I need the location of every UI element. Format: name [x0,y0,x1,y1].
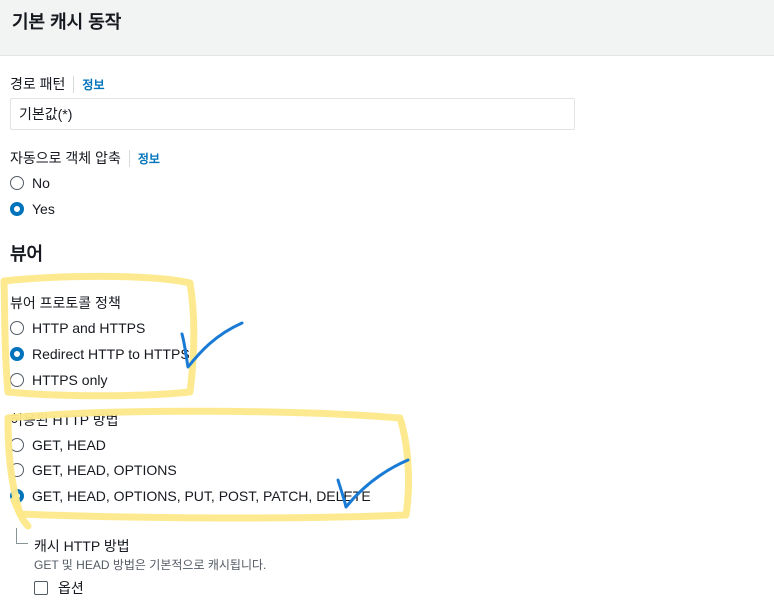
protocol-policy-label: 뷰어 프로토콜 정책 [10,293,121,313]
radio-no[interactable] [10,176,24,190]
path-pattern-label: 경로 패턴 [10,76,66,92]
allowed-methods-label: 허용된 HTTP 방법 [10,410,118,430]
radio-http-and-https[interactable] [10,321,24,335]
protocol-option-redirect[interactable]: Redirect HTTP to HTTPS [10,346,190,362]
path-pattern-label-row: 경로 패턴 정보 [10,74,105,94]
viewer-section-title: 뷰어 [10,244,44,264]
methods-option-all-label: GET, HEAD, OPTIONS, PUT, POST, PATCH, DE… [32,488,371,504]
path-pattern-input[interactable]: 기본값(*) [10,98,575,130]
methods-option-get-head-options[interactable]: GET, HEAD, OPTIONS [10,462,177,478]
methods-option-get-head[interactable]: GET, HEAD [10,437,106,453]
protocol-option-http-and-https-label: HTTP and HTTPS [32,320,146,336]
radio-yes[interactable] [10,202,24,216]
radio-get-head-options[interactable] [10,463,24,477]
cache-methods-title: 캐시 HTTP 방법 [34,538,130,554]
allowed-methods-label-text: 허용된 HTTP 방법 [10,412,119,428]
methods-option-get-head-options-label: GET, HEAD, OPTIONS [32,462,177,478]
methods-option-get-head-label: GET, HEAD [32,437,106,453]
path-pattern-info-link[interactable]: 정보 [73,75,105,93]
protocol-option-https-only[interactable]: HTTPS only [10,372,107,388]
section-header: 기본 캐시 동작 [0,0,774,56]
cache-options-checkbox-row[interactable]: 옵션 [34,578,84,598]
compress-option-no-label: No [32,175,50,191]
protocol-policy-label-text: 뷰어 프로토콜 정책 [10,295,121,311]
compress-info-link[interactable]: 정보 [128,149,160,167]
radio-redirect[interactable] [10,347,24,361]
options-checkbox-label: 옵션 [58,580,84,596]
protocol-option-https-only-label: HTTPS only [32,372,108,388]
check-mark-protocol-icon [180,321,244,369]
compress-option-yes-label: Yes [32,201,55,217]
radio-all-methods[interactable] [10,489,24,503]
path-pattern-value: 기본값(*) [19,106,73,122]
options-checkbox[interactable] [34,581,48,595]
compress-option-no[interactable]: No [10,175,50,191]
compress-option-yes[interactable]: Yes [10,201,55,217]
methods-option-all[interactable]: GET, HEAD, OPTIONS, PUT, POST, PATCH, DE… [10,488,371,504]
protocol-option-redirect-label: Redirect HTTP to HTTPS [32,346,190,362]
page-title: 기본 캐시 동작 [12,12,122,32]
compress-label-row: 자동으로 객체 압축 정보 [10,148,160,168]
protocol-option-http-and-https[interactable]: HTTP and HTTPS [10,320,145,336]
radio-get-head[interactable] [10,438,24,452]
tree-connector [16,528,28,544]
cache-methods-description: GET 및 HEAD 방법은 기본적으로 캐시됩니다. [34,558,267,572]
radio-https-only[interactable] [10,373,24,387]
compress-label: 자동으로 객체 압축 [10,150,121,166]
